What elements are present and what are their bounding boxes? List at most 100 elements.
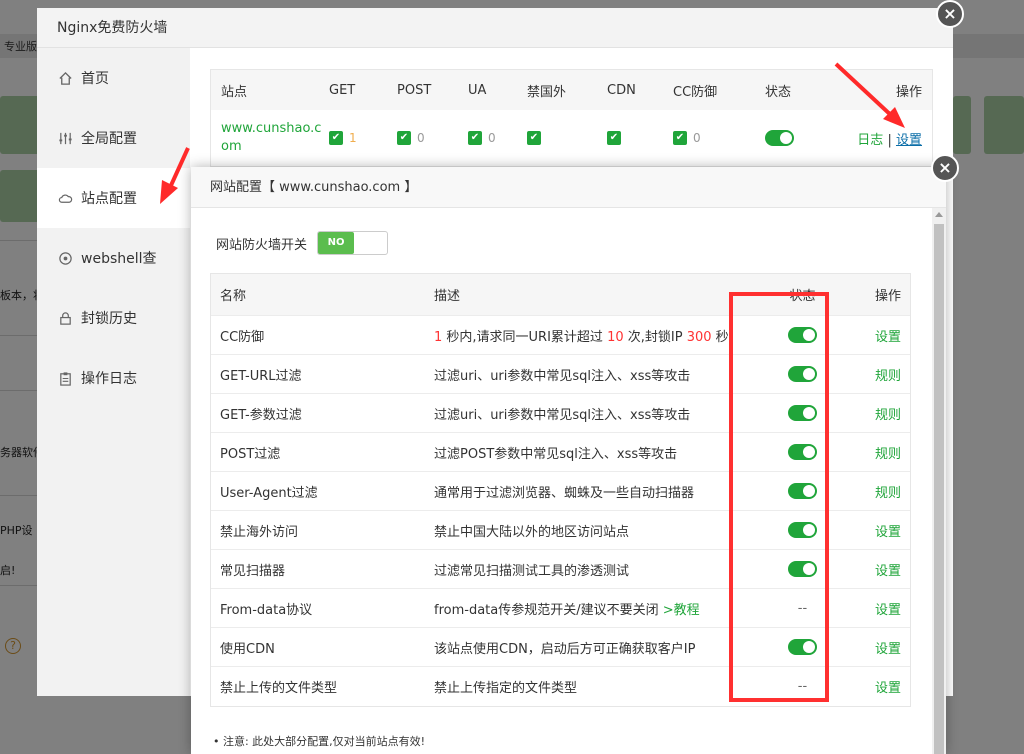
sidebar-item-label: 操作日志 <box>81 371 137 387</box>
column-header: 站点 <box>221 84 248 100</box>
scrollbar-thumb[interactable] <box>934 224 944 754</box>
column-header: UA <box>468 82 487 98</box>
sidebar-item-home[interactable]: 首页 <box>37 48 190 108</box>
sidebar-item-global-config[interactable]: 全局配置 <box>37 108 190 168</box>
rule-name: 禁止海外访问 <box>220 524 299 540</box>
ua-checkbox[interactable]: ✔ <box>468 131 482 145</box>
rule-description: 过滤uri、uri参数中常见sql注入、xss等攻击 <box>434 407 691 423</box>
column-header: 状态 <box>765 84 792 100</box>
home-icon <box>57 70 73 86</box>
rule-description: 禁止上传指定的文件类型 <box>434 681 578 696</box>
site-table: 站点 GET POST UA 禁国外 CDN CC防御 状态 操作 www.cu… <box>210 69 933 167</box>
sidebar-item-label: 站点配置 <box>81 191 137 207</box>
target-icon <box>57 250 73 266</box>
sidebar-item-label: 全局配置 <box>81 131 137 147</box>
scrollbar[interactable] <box>932 208 946 754</box>
site-name-text: www.cunshao.c <box>221 121 322 136</box>
rule-action-link[interactable]: 设置 <box>875 564 901 579</box>
settings-link[interactable]: 设置 <box>896 133 922 148</box>
sidebar-item-operation-log[interactable]: 操作日志 <box>37 348 190 408</box>
rule-description: from-data传参规范开关/建议不要关闭 >教程 <box>425 599 755 618</box>
rule-description: 通常用于过滤浏览器、蜘蛛及一些自动扫描器 <box>434 485 695 501</box>
ua-count: 0 <box>488 130 496 145</box>
column-header: 操作 <box>874 289 901 304</box>
rule-action-link[interactable]: 规则 <box>875 447 901 462</box>
cdn-checkbox[interactable]: ✔ <box>607 131 621 145</box>
column-header: CC防御 <box>673 84 718 100</box>
rule-name: POST过滤 <box>220 446 281 462</box>
column-header: 操作 <box>895 84 922 100</box>
outer-close-button[interactable]: × <box>936 0 964 28</box>
rule-description: 该站点使用CDN，启动后方可正确获取客户IP <box>434 641 696 657</box>
link-separator: | <box>887 132 892 148</box>
post-count: 0 <box>417 130 425 145</box>
tutorial-link[interactable]: >教程 <box>663 603 700 618</box>
firewall-switch-value: NO <box>318 232 355 254</box>
rule-action-link[interactable]: 规则 <box>875 486 901 501</box>
block-foreign-checkbox[interactable]: ✔ <box>527 131 541 145</box>
cc-text: 次,封锁IP <box>623 329 687 345</box>
cc-checkbox[interactable]: ✔ <box>673 131 687 145</box>
cc-count: 0 <box>693 130 701 145</box>
firewall-switch-row: 网站防火墙开关 NO <box>216 231 389 255</box>
table-row: www.cunshao.c om ✔ 1 ✔ 0 ✔ 0 ✔ ✔ ✔ 0 日志 | 设置 <box>211 110 932 166</box>
column-header: 名称 <box>220 289 247 304</box>
lock-icon <box>57 310 73 326</box>
rule-description: 过滤uri、uri参数中常见sql注入、xss等攻击 <box>434 368 691 384</box>
fromdata-text: from-data传参规范开关/建议不要关闭 <box>434 602 663 618</box>
rule-action-link[interactable]: 规则 <box>875 408 901 423</box>
firewall-switch[interactable]: NO <box>317 231 389 255</box>
log-link[interactable]: 日志 <box>857 133 883 148</box>
site-name-text: om <box>221 139 242 154</box>
column-header: CDN <box>607 82 636 98</box>
sidebar-item-label: 封锁历史 <box>81 311 137 327</box>
column-header: GET <box>329 82 356 98</box>
site-table-header: 站点 GET POST UA 禁国外 CDN CC防御 状态 操作 <box>211 70 932 110</box>
column-header: 禁国外 <box>527 84 567 100</box>
firewall-sidebar: 首页 全局配置 站点配置 webshell查 封锁历史 操作日志 <box>37 48 190 696</box>
site-config-modal-title: 网站配置【 www.cunshao.com 】 <box>191 167 946 208</box>
rule-name: From-data协议 <box>220 602 313 618</box>
site-config-modal: 网站配置【 www.cunshao.com 】 网站防火墙开关 NO 名称 描述… <box>191 167 946 754</box>
rule-description: 过滤常见扫描测试工具的渗透测试 <box>434 563 630 579</box>
scroll-up-icon[interactable] <box>935 212 943 217</box>
rule-name: 使用CDN <box>220 641 275 657</box>
rule-description: 过滤POST参数中常见sql注入、xss等攻击 <box>434 446 678 462</box>
rule-settings-link[interactable]: 设置 <box>875 603 901 618</box>
rule-name: 禁止上传的文件类型 <box>220 681 338 696</box>
cc-text: 秒内,请求同一URI累计超过 <box>442 329 608 345</box>
rule-settings-link[interactable]: 设置 <box>875 642 901 657</box>
get-checkbox[interactable]: ✔ <box>329 131 343 145</box>
rule-name: GET-URL过滤 <box>220 368 302 384</box>
inner-close-button[interactable]: × <box>931 154 959 182</box>
rule-settings-link[interactable]: 设置 <box>875 330 901 345</box>
cc-count: 10 <box>607 329 624 345</box>
highlight-box <box>729 292 829 702</box>
rule-action-link[interactable]: 设置 <box>875 525 901 540</box>
rule-name: User-Agent过滤 <box>220 485 318 501</box>
get-count: 1 <box>349 130 357 145</box>
config-note: • 注意: 此处大部分配置,仅对当前站点有效! <box>213 735 426 748</box>
sidebar-item-label: webshell查 <box>81 251 157 267</box>
firewall-switch-label: 网站防火墙开关 <box>216 237 308 253</box>
post-checkbox[interactable]: ✔ <box>397 131 411 145</box>
cc-text: 秒 <box>711 329 729 345</box>
cloud-icon <box>57 190 73 206</box>
site-status-toggle[interactable] <box>765 130 794 146</box>
sidebar-item-webshell[interactable]: webshell查 <box>37 228 190 288</box>
rule-description: 禁止中国大陆以外的地区访问站点 <box>434 524 630 540</box>
column-header: 描述 <box>434 289 461 304</box>
rule-action-link[interactable]: 规则 <box>875 369 901 384</box>
rule-description: 1 秒内,请求同一URI累计超过 10 次,封锁IP 300 秒 <box>425 326 755 345</box>
column-header: POST <box>397 82 432 98</box>
rule-name: 常见扫描器 <box>220 563 286 579</box>
rule-name: GET-参数过滤 <box>220 407 302 423</box>
clipboard-icon <box>57 370 73 386</box>
rule-settings-link[interactable]: 设置 <box>875 681 901 696</box>
sidebar-item-site-config[interactable]: 站点配置 <box>37 168 190 228</box>
firewall-modal-title: Nginx免费防火墙 <box>37 8 953 48</box>
sidebar-item-label: 首页 <box>81 71 109 87</box>
sliders-icon <box>57 130 73 146</box>
site-name-link[interactable]: www.cunshao.c om <box>211 120 329 156</box>
sidebar-item-block-history[interactable]: 封锁历史 <box>37 288 190 348</box>
